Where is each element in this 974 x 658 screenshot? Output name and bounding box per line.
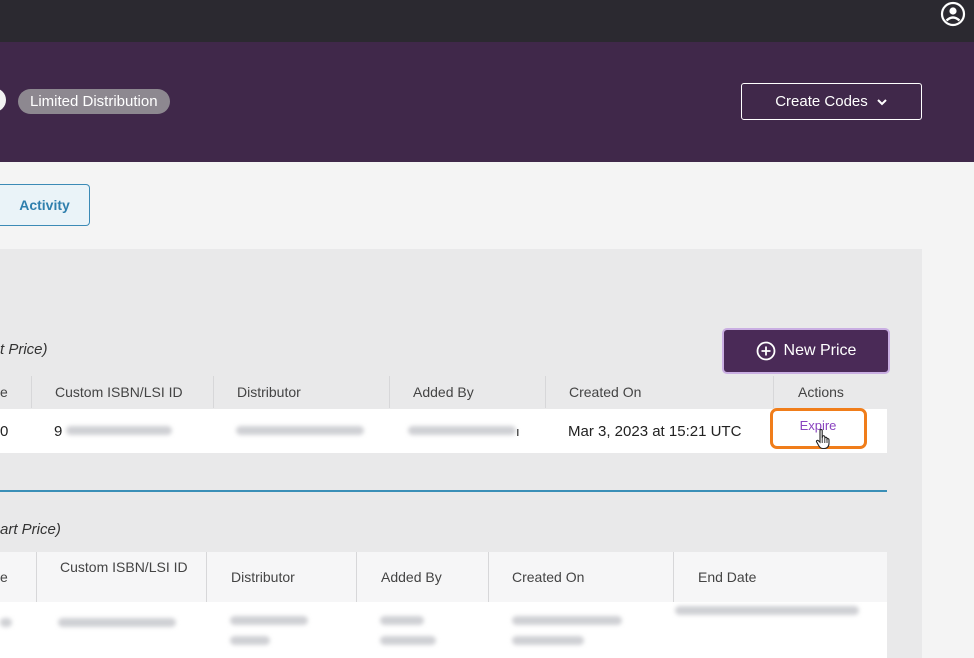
column-header-distributor: Distributor (213, 376, 389, 408)
create-codes-button[interactable]: Create Codes (741, 83, 922, 120)
table-row: 0 9 ı Mar 3, 2023 at 15:21 UTC (0, 409, 887, 453)
redacted-value (230, 616, 308, 625)
redacted-value (66, 426, 172, 435)
section-title-past-price: art Price) (0, 521, 61, 538)
user-account-icon[interactable] (940, 1, 966, 27)
plus-circle-icon (756, 341, 775, 361)
row-cell-added-by: ı (516, 423, 520, 439)
distribution-status-badge: Limited Distribution (18, 89, 170, 114)
tab-activity[interactable]: Activity (0, 184, 90, 226)
redacted-value (512, 636, 584, 645)
section-title-current-price: t Price) (0, 341, 48, 358)
redacted-value (58, 618, 176, 627)
column-header-custom-isbn: Custom ISBN/LSI ID (31, 376, 213, 408)
row-cell: 0 (0, 422, 9, 440)
row-cell-created-on: Mar 3, 2023 at 15:21 UTC (568, 422, 742, 440)
column-header-custom-isbn: Custom ISBN/LSI ID (36, 552, 206, 602)
page-header: Limited Distribution Create Codes (0, 42, 974, 162)
redacted-value (512, 616, 622, 625)
column-header-added-by: Added By (356, 552, 488, 602)
table-row (0, 602, 887, 658)
redacted-value (408, 426, 516, 435)
column-header-end-date: End Date (673, 552, 887, 602)
new-price-button[interactable]: New Price (722, 328, 890, 374)
redacted-value (380, 636, 436, 645)
row-cell-isbn: 9 (54, 422, 63, 440)
redacted-value (380, 616, 424, 625)
column-header-distributor: Distributor (206, 552, 356, 602)
column-header: e (0, 568, 8, 585)
column-header-created-on: Created On (545, 376, 773, 408)
column-header-created-on: Created On (488, 552, 673, 602)
column-header: e (0, 383, 8, 400)
chevron-down-icon (877, 98, 887, 105)
avatar (0, 88, 6, 112)
new-price-label: New Price (783, 342, 857, 359)
hand-cursor-icon (815, 428, 830, 450)
table-header: e Custom ISBN/LSI ID Distributor Added B… (0, 376, 887, 408)
redacted-value (230, 636, 270, 645)
top-bar (0, 0, 974, 42)
create-codes-label: Create Codes (775, 93, 868, 110)
redacted-value (0, 618, 12, 627)
column-header-added-by: Added By (389, 376, 545, 408)
redacted-value (675, 606, 859, 615)
table-header: e Custom ISBN/LSI ID Distributor Added B… (0, 552, 887, 602)
column-header-actions: Actions (773, 376, 887, 408)
section-divider (0, 490, 887, 492)
redacted-value (236, 426, 364, 435)
